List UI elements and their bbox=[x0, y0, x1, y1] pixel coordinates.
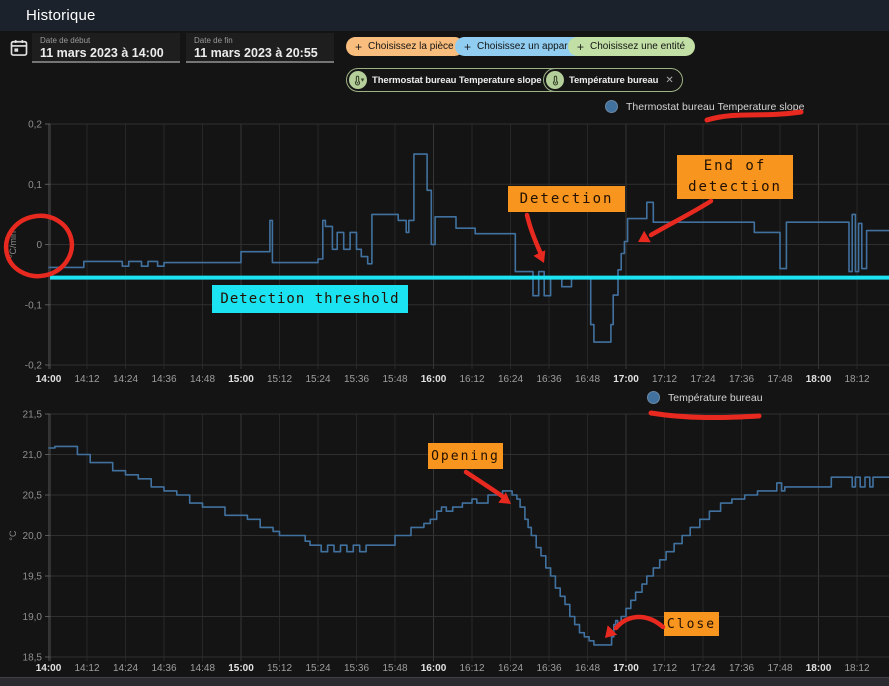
x-tick-label: 17:00 bbox=[613, 663, 639, 674]
x-tick-label: 15:12 bbox=[267, 663, 292, 674]
chip-label: Thermostat bureau Temperature slope bbox=[372, 75, 541, 86]
x-tick-label: 14:36 bbox=[151, 374, 176, 385]
y-tick-label: 20,5 bbox=[23, 491, 43, 502]
x-tick-label: 15:24 bbox=[305, 663, 330, 674]
plus-icon: + bbox=[577, 40, 584, 54]
plus-icon: + bbox=[355, 40, 362, 54]
x-tick-label: 15:36 bbox=[344, 663, 369, 674]
x-tick-label: 17:36 bbox=[729, 663, 754, 674]
x-tick-label: 16:00 bbox=[421, 374, 447, 385]
date-start-field[interactable]: Date de début 11 mars 2023 à 14:00 bbox=[32, 33, 180, 63]
x-tick-label: 17:00 bbox=[613, 374, 639, 385]
x-tick-label: 14:36 bbox=[151, 663, 176, 674]
thermometer-icon bbox=[546, 71, 564, 89]
annotation-detection: Detection bbox=[508, 186, 625, 212]
y-axis-unit: °C bbox=[8, 530, 18, 541]
y-tick-label: 21,0 bbox=[23, 450, 43, 461]
x-tick-label: 16:24 bbox=[498, 374, 523, 385]
legend-temperature[interactable]: Température bureau bbox=[647, 391, 763, 404]
y-tick-label: 20,0 bbox=[23, 531, 43, 542]
legend-dot bbox=[647, 391, 660, 404]
x-tick-label: 15:00 bbox=[228, 374, 254, 385]
plus-icon: + bbox=[464, 40, 471, 54]
footer-strip bbox=[0, 677, 889, 686]
y-tick-label: 19,0 bbox=[23, 612, 43, 623]
chip-label: Choisissez un appareil bbox=[477, 41, 578, 52]
date-end-label: Date de fin bbox=[194, 36, 334, 45]
app-header: Historique bbox=[0, 0, 889, 31]
x-tick-label: 15:24 bbox=[305, 374, 330, 385]
x-tick-label: 14:12 bbox=[74, 663, 99, 674]
x-tick-label: 18:00 bbox=[806, 374, 832, 385]
legend-label: Thermostat bureau Temperature slope bbox=[626, 101, 804, 113]
annotation-detection-threshold: Detection threshold bbox=[212, 285, 408, 313]
x-tick-label: 14:12 bbox=[74, 374, 99, 385]
x-tick-label: 15:36 bbox=[344, 374, 369, 385]
y-tick-label: -0,2 bbox=[25, 361, 43, 372]
y-tick-label: 0,1 bbox=[28, 180, 42, 191]
annotation-end-of-detection: End of detection bbox=[677, 155, 793, 199]
x-tick-label: 17:24 bbox=[690, 663, 715, 674]
x-tick-label: 14:24 bbox=[113, 374, 138, 385]
chip-label: Choisissez une entité bbox=[590, 41, 685, 52]
x-tick-label: 16:48 bbox=[575, 663, 600, 674]
thermometer-icon: ▾ bbox=[349, 71, 367, 89]
chip-label: Choisissez la pièce bbox=[368, 41, 454, 52]
x-tick-label: 17:36 bbox=[729, 374, 754, 385]
x-tick-label: 16:36 bbox=[536, 663, 561, 674]
x-tick-label: 15:48 bbox=[382, 663, 407, 674]
series-line bbox=[49, 446, 889, 645]
y-tick-label: 18,5 bbox=[23, 653, 43, 664]
legend-thermostat-slope[interactable]: Thermostat bureau Temperature slope bbox=[605, 100, 804, 113]
legend-dot bbox=[605, 100, 618, 113]
x-tick-label: 18:00 bbox=[806, 663, 832, 674]
x-tick-label: 17:24 bbox=[690, 374, 715, 385]
x-tick-label: 16:12 bbox=[459, 374, 484, 385]
calendar-icon[interactable] bbox=[9, 38, 29, 58]
x-tick-label: 14:00 bbox=[36, 663, 62, 674]
y-tick-label: 0 bbox=[36, 240, 42, 251]
x-tick-label: 14:48 bbox=[190, 374, 215, 385]
y-tick-label: 19,5 bbox=[23, 572, 43, 583]
x-tick-label: 18:12 bbox=[844, 663, 869, 674]
x-tick-label: 15:12 bbox=[267, 374, 292, 385]
x-tick-label: 15:00 bbox=[228, 663, 254, 674]
x-tick-label: 16:24 bbox=[498, 663, 523, 674]
annotation-opening: Opening bbox=[428, 443, 503, 469]
annotation-close: Close bbox=[664, 612, 719, 636]
date-start-value: 11 mars 2023 à 14:00 bbox=[40, 46, 180, 60]
x-tick-label: 14:24 bbox=[113, 663, 138, 674]
y-axis-unit: °C/min bbox=[8, 231, 18, 258]
x-tick-label: 16:00 bbox=[421, 663, 447, 674]
page-title: Historique bbox=[26, 7, 96, 24]
x-tick-label: 16:48 bbox=[575, 374, 600, 385]
chip-label: Température bureau bbox=[569, 75, 658, 86]
x-tick-label: 17:48 bbox=[767, 374, 792, 385]
y-tick-label: -0,1 bbox=[25, 300, 43, 311]
legend-label: Température bureau bbox=[668, 392, 763, 404]
y-tick-label: 21,5 bbox=[23, 410, 43, 421]
chevron-down-icon: ▾ bbox=[361, 77, 365, 84]
x-tick-label: 16:36 bbox=[536, 374, 561, 385]
x-tick-label: 14:48 bbox=[190, 663, 215, 674]
choose-area-chip[interactable]: + Choisissez la pièce bbox=[346, 37, 464, 56]
date-end-field[interactable]: Date de fin 11 mars 2023 à 20:55 bbox=[186, 33, 334, 63]
y-tick-label: 0,2 bbox=[28, 120, 42, 131]
x-tick-label: 18:12 bbox=[844, 374, 869, 385]
choose-entity-chip[interactable]: + Choisissez une entité bbox=[568, 37, 695, 56]
x-tick-label: 17:12 bbox=[652, 663, 677, 674]
entity-chip-thermostat-slope[interactable]: ▾ Thermostat bureau Temperature slope ✕ bbox=[346, 68, 566, 92]
date-end-value: 11 mars 2023 à 20:55 bbox=[194, 46, 334, 60]
close-icon[interactable]: ✕ bbox=[665, 75, 673, 86]
entity-chip-temperature[interactable]: Température bureau ✕ bbox=[543, 68, 683, 92]
x-tick-label: 14:00 bbox=[36, 374, 62, 385]
x-tick-label: 17:48 bbox=[767, 663, 792, 674]
x-tick-label: 17:12 bbox=[652, 374, 677, 385]
x-tick-label: 15:48 bbox=[382, 374, 407, 385]
x-tick-label: 16:12 bbox=[459, 663, 484, 674]
date-start-label: Date de début bbox=[40, 36, 180, 45]
history-page: Historique Date de début 11 mars 2023 à … bbox=[0, 0, 889, 686]
